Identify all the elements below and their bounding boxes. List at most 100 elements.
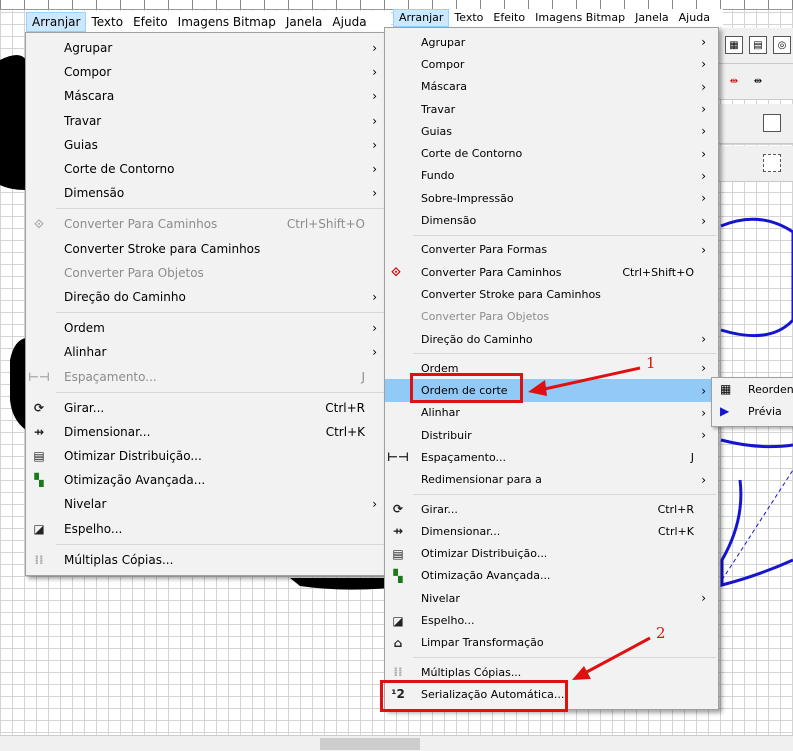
clear-transform-icon: ⌂ xyxy=(393,635,403,650)
menu-item-distribuir[interactable]: Distribuir › xyxy=(385,424,718,446)
menu-item-guias-2[interactable]: Guias › xyxy=(385,120,718,142)
chevron-right-icon: › xyxy=(372,89,377,104)
menu-item-otimizar-distribuicao[interactable]: ▤ Otimizar Distribuição... xyxy=(26,444,389,468)
menu-item-direcao-do-caminho-2[interactable]: Direção do Caminho › xyxy=(385,328,718,350)
toolbar-icon-g[interactable] xyxy=(763,154,781,172)
toolbar-icon-f[interactable] xyxy=(763,114,781,132)
chevron-right-icon: › xyxy=(701,405,706,420)
menu-item-otimizacao-avancada-2[interactable]: ▚ Otimização Avançada... xyxy=(385,565,718,587)
arranjar-menu-old: Agrupar › Compor › Máscara › Travar › Guias ›… xyxy=(25,32,390,576)
menu-imagens-bitmap-2[interactable]: Imagens Bitmap xyxy=(530,10,630,26)
submenu-item-previa[interactable]: ▶ Prévia xyxy=(712,400,793,422)
menu-item-converter-para-objetos[interactable]: Converter Para Objetos xyxy=(26,261,389,285)
menu-item-girar-2[interactable]: ⟳ Girar... Ctrl+R xyxy=(385,498,718,520)
menu-item-mascara-2[interactable]: Máscara › xyxy=(385,76,718,98)
menu-item-nivelar-2[interactable]: Nivelar › xyxy=(385,587,718,609)
menubar: Arranjar Texto Efeito Imagens Bitmap Jan… xyxy=(26,11,391,33)
menu-item-espelho-2[interactable]: ◪ Espelho... xyxy=(385,609,718,631)
menu-imagens-bitmap[interactable]: Imagens Bitmap xyxy=(173,12,281,32)
menu-item-dimensao-2[interactable]: Dimensão › xyxy=(385,209,718,231)
menu-item-ordem-2[interactable]: Ordem › xyxy=(385,357,718,379)
toolbar-icon-e[interactable]: ⇹ xyxy=(749,72,767,90)
menu-item-alinhar-2[interactable]: Alinhar › xyxy=(385,402,718,424)
chevron-right-icon: › xyxy=(372,186,377,201)
menu-item-corte-de-contorno-2[interactable]: Corte de Contorno › xyxy=(385,142,718,164)
menu-item-dimensao[interactable]: Dimensão › xyxy=(26,181,389,205)
menu-item-converter-stroke[interactable]: Converter Stroke para Caminhos xyxy=(26,237,389,261)
rotate-icon: ⟳ xyxy=(33,400,45,415)
menu-separator xyxy=(413,657,716,659)
chevron-right-icon: › xyxy=(701,57,706,72)
chevron-right-icon: › xyxy=(701,146,706,161)
submenu-item-reordenar[interactable]: ▦ Reorden xyxy=(712,378,793,400)
menu-item-girar[interactable]: ⟳ Girar... Ctrl+R xyxy=(26,396,389,420)
menu-item-compor[interactable]: Compor › xyxy=(26,60,389,84)
spacing-icon: ⊢⊣ xyxy=(28,369,50,384)
menu-item-agrupar-2[interactable]: Agrupar › xyxy=(385,31,718,53)
menu-item-multiplas-copias-2[interactable]: ⁞⁞ Múltiplas Cópias... xyxy=(385,661,718,683)
chevron-right-icon: › xyxy=(372,113,377,128)
menu-item-travar[interactable]: Travar › xyxy=(26,109,389,133)
menu-item-otimizacao-avancada[interactable]: ▚ Otimização Avançada... xyxy=(26,468,389,492)
menu-item-multiplas-copias[interactable]: ⁞⁞ Múltiplas Cópias... xyxy=(26,548,389,572)
menu-item-redimensionar[interactable]: Redimensionar para a › xyxy=(385,469,718,491)
menu-item-ordem-de-corte[interactable]: Ordem de corte › xyxy=(385,379,718,402)
menu-item-limpar-transformacao[interactable]: ⌂ Limpar Transformação xyxy=(385,632,718,654)
convert-path-icon: ⟐ xyxy=(391,264,401,279)
menu-item-converter-para-caminhos-2[interactable]: ⟐ Converter Para Caminhos Ctrl+Shift+O xyxy=(385,261,718,283)
menu-item-otimizar-distribuicao-2[interactable]: ▤ Otimizar Distribuição... xyxy=(385,543,718,565)
toolbar-icon-c[interactable]: ◎ xyxy=(773,36,791,54)
chevron-right-icon: › xyxy=(701,332,706,346)
menu-item-converter-stroke-2[interactable]: Converter Stroke para Caminhos xyxy=(385,283,718,305)
menu-item-dimensionar-2[interactable]: ⇸ Dimensionar... Ctrl+K xyxy=(385,520,718,542)
menu-item-corte-de-contorno[interactable]: Corte de Contorno › xyxy=(26,157,389,181)
scrollbar-thumb[interactable] xyxy=(320,738,420,750)
menu-item-guias[interactable]: Guias › xyxy=(26,133,389,157)
menu-janela-2[interactable]: Janela xyxy=(630,10,674,26)
menu-ajuda-2[interactable]: Ajuda xyxy=(674,10,715,26)
menu-item-converter-para-formas[interactable]: Converter Para Formas › xyxy=(385,239,718,261)
menu-item-direcao-do-caminho[interactable]: Direção do Caminho › xyxy=(26,285,389,309)
menu-item-dimensionar[interactable]: ⇸ Dimensionar... Ctrl+K xyxy=(26,420,389,444)
menu-item-converter-para-caminhos[interactable]: ⟐ Converter Para Caminhos Ctrl+Shift+O xyxy=(26,212,389,236)
scale-icon: ⇸ xyxy=(33,424,45,439)
menu-arranjar-2[interactable]: Arranjar xyxy=(393,9,450,27)
menu-item-mascara[interactable]: Máscara › xyxy=(26,84,389,108)
serialization-icon: ¹2 xyxy=(391,687,405,702)
menu-item-espacamento-2[interactable]: ⊢⊣ Espaçamento... J xyxy=(385,446,718,468)
menu-item-fundo[interactable]: Fundo › xyxy=(385,165,718,187)
menu-arranjar[interactable]: Arranjar xyxy=(26,12,87,32)
menu-texto-2[interactable]: Texto xyxy=(449,10,488,26)
mirror-icon: ◪ xyxy=(33,521,45,536)
menu-item-compor-2[interactable]: Compor › xyxy=(385,53,718,75)
chevron-right-icon: › xyxy=(372,289,377,304)
horizontal-scrollbar[interactable] xyxy=(0,735,793,751)
menu-separator xyxy=(56,312,387,314)
menu-item-espacamento[interactable]: ⊢⊣ Espaçamento... J xyxy=(26,364,389,388)
menu-janela[interactable]: Janela xyxy=(281,12,328,32)
toolbar-icon-a[interactable]: ▦ xyxy=(725,36,743,54)
menu-item-travar-2[interactable]: Travar › xyxy=(385,98,718,120)
toolbar-icon-d[interactable]: ⇹ xyxy=(725,72,743,90)
menu-efeito[interactable]: Efeito xyxy=(128,12,173,32)
scale-icon: ⇸ xyxy=(392,524,404,539)
menu-item-agrupar[interactable]: Agrupar › xyxy=(26,36,389,60)
menu-item-alinhar[interactable]: Alinhar › xyxy=(26,340,389,364)
menu-item-nivelar[interactable]: Nivelar › xyxy=(26,492,389,516)
menu-item-sobre-impressao[interactable]: Sobre-Impressão › xyxy=(385,187,718,209)
menu-item-espelho[interactable]: ◪ Espelho... xyxy=(26,517,389,541)
copies-icon: ⁞⁞ xyxy=(393,665,403,680)
advanced-nesting-icon: ▚ xyxy=(393,568,403,583)
convert-path-icon: ⟐ xyxy=(34,216,44,231)
advanced-nesting-icon: ▚ xyxy=(34,473,44,488)
menu-efeito-2[interactable]: Efeito xyxy=(488,10,530,26)
chevron-right-icon: › xyxy=(372,41,377,56)
reorder-icon: ▦ xyxy=(720,382,732,396)
menu-texto[interactable]: Texto xyxy=(86,12,128,32)
menu-item-serializacao-automatica[interactable]: ¹2 Serialização Automática... xyxy=(385,683,718,705)
black-shape-top xyxy=(0,55,26,190)
menu-item-ordem[interactable]: Ordem › xyxy=(26,316,389,340)
toolbar-icon-b[interactable]: ▤ xyxy=(749,36,767,54)
menu-ajuda[interactable]: Ajuda xyxy=(327,12,371,32)
menu-item-converter-para-objetos-2[interactable]: Converter Para Objetos xyxy=(385,306,718,328)
